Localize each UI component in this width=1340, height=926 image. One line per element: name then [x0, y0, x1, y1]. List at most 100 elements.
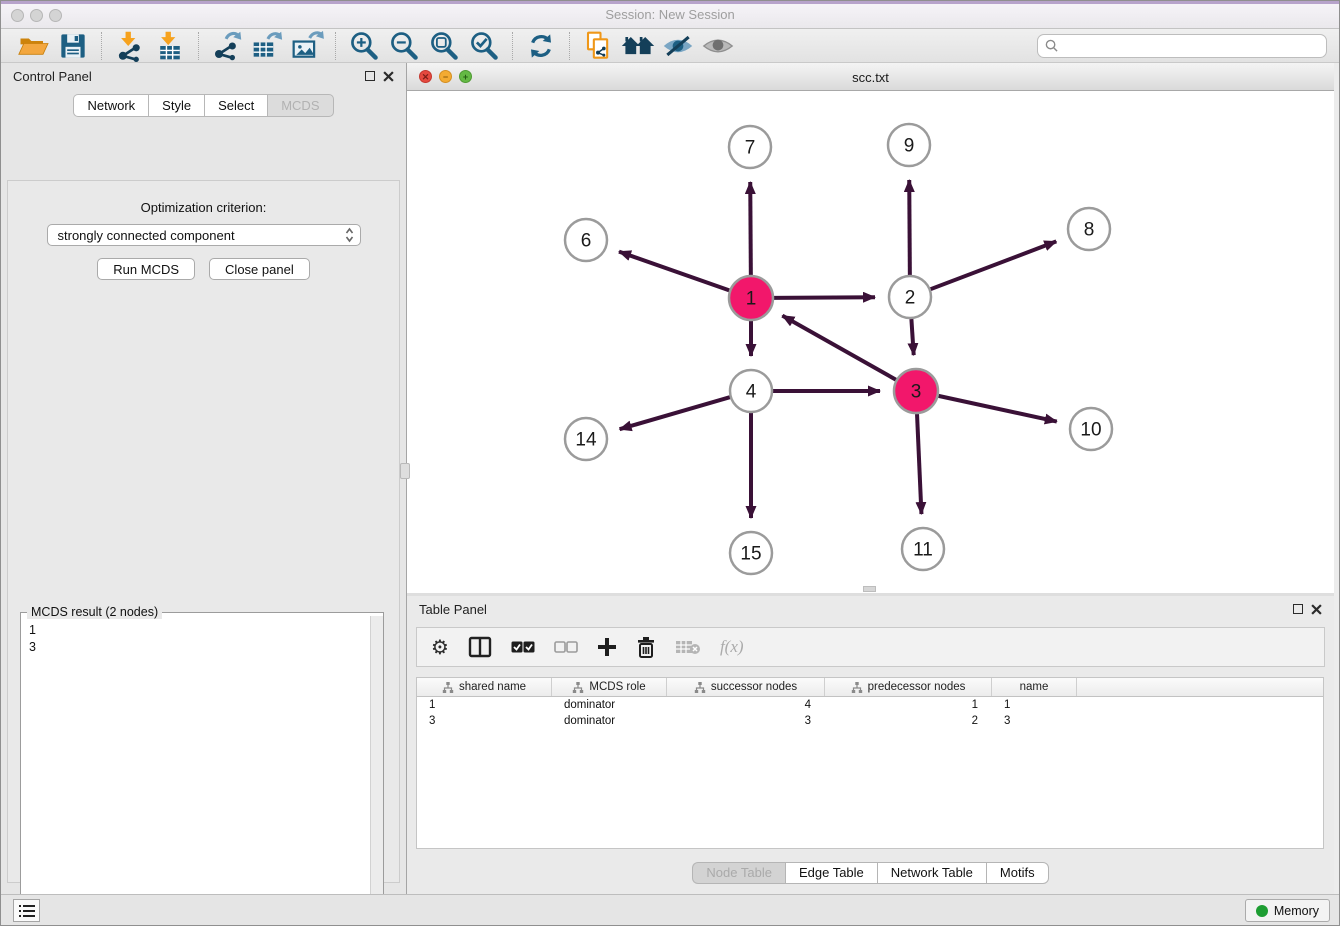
select-all-icon[interactable]	[511, 633, 535, 661]
refresh-view-icon[interactable]	[521, 30, 561, 62]
deselect-all-icon[interactable]	[554, 633, 578, 661]
export-image-icon[interactable]	[287, 30, 327, 62]
column-header-name[interactable]: name	[992, 678, 1077, 696]
cell-shared-name[interactable]: 3	[417, 713, 552, 729]
cell-predecessor-nodes[interactable]: 1	[825, 697, 992, 713]
float-panel-icon[interactable]	[365, 71, 375, 81]
cell-name[interactable]: 1	[992, 697, 1077, 713]
tab-network-table[interactable]: Network Table	[877, 862, 986, 884]
network-canvas[interactable]: 7968124314101511	[407, 91, 1334, 593]
criterion-select[interactable]: strongly connected component	[47, 224, 361, 246]
tab-node-table[interactable]: Node Table	[692, 862, 785, 884]
vertical-splitter-handle[interactable]	[400, 463, 410, 479]
result-scrollbar[interactable]	[370, 616, 383, 926]
main-toolbar	[1, 29, 1339, 63]
table-row[interactable]: 1dominator411	[417, 697, 1323, 713]
column-header-successor-nodes[interactable]: successor nodes	[667, 678, 825, 696]
cell-shared-name[interactable]: 1	[417, 697, 552, 713]
export-network-icon[interactable]	[207, 30, 247, 62]
tab-select[interactable]: Select	[204, 94, 267, 117]
column-header-label: predecessor nodes	[868, 681, 966, 693]
horizontal-splitter-handle[interactable]	[863, 586, 876, 592]
column-layout-icon[interactable]	[468, 633, 492, 661]
search-icon	[1045, 39, 1058, 52]
zoom-selected-icon[interactable]	[464, 30, 504, 62]
export-table-icon[interactable]	[247, 30, 287, 62]
select-stepper-icon	[345, 227, 354, 243]
table-row[interactable]: 3dominator323	[417, 713, 1323, 729]
edge-2-3[interactable]	[911, 319, 913, 355]
close-table-panel-icon[interactable]	[1311, 604, 1322, 615]
table-panel-tabs: Node TableEdge TableNetwork TableMotifs	[407, 862, 1334, 884]
edge-1-6[interactable]	[619, 252, 729, 291]
cell-name[interactable]: 3	[992, 713, 1077, 729]
node-label-14: 14	[575, 430, 597, 451]
float-table-panel-icon[interactable]	[1293, 604, 1303, 614]
edge-3-1[interactable]	[782, 316, 896, 380]
network-graph[interactable]: 7968124314101511	[407, 91, 1334, 593]
column-header-label: name	[1020, 681, 1049, 693]
tab-edge-table[interactable]: Edge Table	[785, 862, 877, 884]
memory-status-dot	[1256, 905, 1268, 917]
node-label-9: 9	[904, 136, 915, 157]
edge-3-11[interactable]	[917, 414, 921, 514]
cell-MCDS-role[interactable]: dominator	[552, 713, 667, 729]
run-mcds-button[interactable]: Run MCDS	[97, 258, 195, 280]
settings-gear-icon[interactable]: ⚙	[431, 633, 449, 661]
column-header-predecessor-nodes[interactable]: predecessor nodes	[825, 678, 992, 696]
node-table[interactable]: shared nameMCDS rolesuccessor nodes prede…	[416, 677, 1324, 849]
task-history-button[interactable]	[13, 899, 40, 922]
search-field[interactable]	[1037, 34, 1327, 58]
toolbar-separator	[198, 32, 199, 60]
cell-successor-nodes[interactable]: 4	[667, 697, 825, 713]
node-label-10: 10	[1080, 420, 1101, 441]
edge-3-10[interactable]	[938, 396, 1056, 422]
edge-1-7[interactable]	[750, 182, 751, 275]
show-panels-eye-icon[interactable]	[698, 30, 738, 62]
table-body: 1dominator4113dominator323	[417, 697, 1323, 729]
add-column-icon[interactable]	[597, 633, 617, 661]
edge-2-8[interactable]	[931, 241, 1057, 289]
hide-panels-eye-icon[interactable]	[658, 30, 698, 62]
cell-predecessor-nodes[interactable]: 2	[825, 713, 992, 729]
column-header-MCDS-role[interactable]: MCDS role	[552, 678, 667, 696]
edge-1-2[interactable]	[774, 297, 875, 298]
edge-4-14[interactable]	[620, 397, 730, 429]
zoom-in-icon[interactable]	[344, 30, 384, 62]
tab-network[interactable]: Network	[73, 94, 148, 117]
column-type-icon	[851, 682, 863, 693]
search-input[interactable]	[1063, 38, 1319, 53]
memory-button[interactable]: Memory	[1245, 899, 1330, 922]
import-table-icon[interactable]	[150, 30, 190, 62]
list-icon	[19, 904, 35, 918]
column-header-shared-name[interactable]: shared name	[417, 678, 552, 696]
open-file-icon[interactable]	[13, 30, 53, 62]
memory-label: Memory	[1274, 904, 1319, 918]
close-panel-button[interactable]: Close panel	[209, 258, 310, 280]
node-label-7: 7	[745, 138, 756, 159]
import-network-icon[interactable]	[110, 30, 150, 62]
tab-mcds[interactable]: MCDS	[267, 94, 333, 117]
reset-home-icon[interactable]	[618, 30, 658, 62]
cell-successor-nodes[interactable]: 3	[667, 713, 825, 729]
zoom-out-icon[interactable]	[384, 30, 424, 62]
cell-MCDS-role[interactable]: dominator	[552, 697, 667, 713]
node-label-11: 11	[913, 540, 933, 561]
node-label-3: 3	[911, 382, 922, 403]
result-line: 3	[29, 639, 361, 656]
optimization-criterion-label: Optimization criterion:	[8, 200, 399, 215]
column-type-icon	[694, 682, 706, 693]
delete-column-trash-icon[interactable]	[636, 633, 656, 661]
close-panel-icon[interactable]	[383, 71, 394, 82]
mcds-result-text[interactable]: 13	[21, 616, 369, 926]
edge-2-9[interactable]	[909, 180, 910, 275]
toolbar-separator	[569, 32, 570, 60]
clone-network-icon[interactable]	[578, 30, 618, 62]
save-session-icon[interactable]	[53, 30, 93, 62]
zoom-fit-icon[interactable]	[424, 30, 464, 62]
tab-style[interactable]: Style	[148, 94, 204, 117]
node-label-6: 6	[581, 231, 592, 252]
tab-motifs[interactable]: Motifs	[986, 862, 1049, 884]
function-builder-icon: f(x)	[720, 633, 744, 661]
criterion-select-value: strongly connected component	[58, 228, 235, 243]
